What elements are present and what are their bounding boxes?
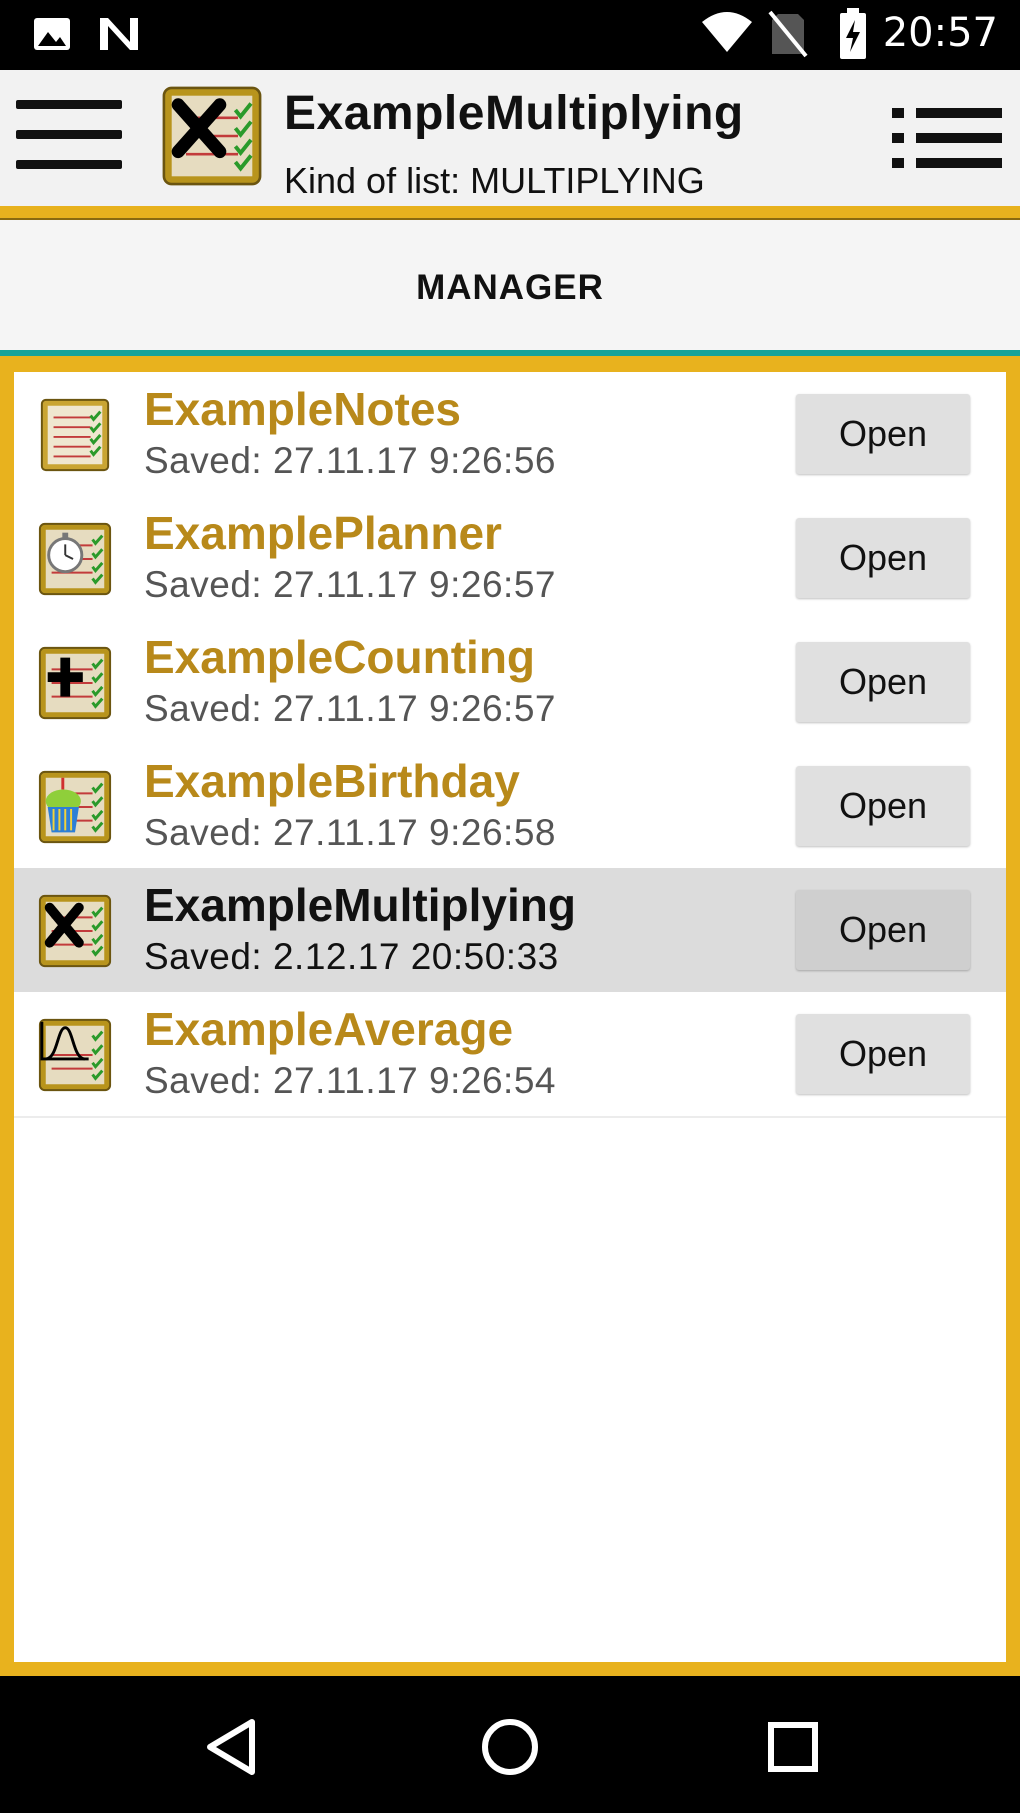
wifi-icon [702, 12, 752, 52]
open-button[interactable]: Open [796, 642, 970, 722]
open-button[interactable]: Open [796, 766, 970, 846]
system-navigation-bar [0, 1676, 1020, 1813]
open-button[interactable]: Open [796, 518, 970, 598]
no-sim-icon [768, 10, 808, 58]
list-item-saved: Saved: 2.12.17 20:50:33 [144, 936, 559, 977]
multiply-list-icon [162, 86, 262, 186]
list-item-name: ExampleBirthday [144, 755, 520, 807]
app-bar: ExampleMultiplying Kind of list: MULTIPL… [0, 70, 1020, 210]
navigation-drawer-button[interactable] [16, 100, 122, 172]
multiply-list-icon [38, 894, 112, 968]
bell-curve-list-icon [38, 1018, 112, 1092]
list-item-name: ExampleAverage [144, 1003, 514, 1055]
image-icon [34, 18, 70, 50]
hamburger-icon [16, 100, 122, 109]
status-time: 20:57 [882, 10, 998, 56]
list-item[interactable]: ExampleCounting Saved: 27.11.17 9:26:57 … [14, 620, 1006, 746]
list-item-saved: Saved: 27.11.17 9:26:57 [144, 564, 556, 605]
list-item[interactable]: ExampleBirthday Saved: 27.11.17 9:26:58 … [14, 744, 1006, 870]
hamburger-icon-line [16, 130, 122, 139]
app-bar-divider [0, 206, 1020, 220]
list-item[interactable]: ExampleNotes Saved: 27.11.17 9:26:56 Ope… [14, 372, 1006, 498]
content-area: ExampleNotes Saved: 27.11.17 9:26:56 Ope… [0, 356, 1020, 1676]
n-icon [100, 18, 138, 50]
open-button[interactable]: Open [796, 890, 970, 970]
list-menu-icon[interactable] [892, 106, 1002, 170]
open-button[interactable]: Open [796, 394, 970, 474]
notes-list-icon [40, 398, 110, 472]
list-title: ExampleMultiplying [284, 87, 744, 140]
cake-list-icon [38, 770, 112, 844]
back-icon[interactable] [198, 1712, 268, 1782]
recents-icon[interactable] [758, 1712, 828, 1782]
plus-list-icon [38, 646, 112, 720]
list-item-selected[interactable]: ExampleMultiplying Saved: 2.12.17 20:50:… [14, 868, 1006, 994]
list-item-saved: Saved: 27.11.17 9:26:58 [144, 812, 556, 853]
open-button[interactable]: Open [796, 1014, 970, 1094]
hamburger-icon-line [16, 160, 122, 169]
list-item-saved: Saved: 27.11.17 9:26:57 [144, 688, 556, 729]
list-item-saved: Saved: 27.11.17 9:26:56 [144, 440, 556, 481]
list-item-name: ExampleMultiplying [144, 879, 576, 931]
battery-charging-icon [840, 8, 866, 59]
tab-manager[interactable]: MANAGER [0, 220, 1020, 354]
list-kind: Kind of list: MULTIPLYING [284, 160, 705, 201]
list-panel: ExampleNotes Saved: 27.11.17 9:26:56 Ope… [14, 372, 1006, 1662]
status-bar: 20:57 [0, 0, 1020, 70]
list-item-name: ExampleNotes [144, 383, 462, 435]
list-item[interactable]: ExampleAverage Saved: 27.11.17 9:26:54 O… [14, 992, 1006, 1118]
stopwatch-list-icon [38, 522, 112, 596]
tab-label: MANAGER [416, 268, 604, 307]
home-icon[interactable] [475, 1712, 545, 1782]
list-item[interactable]: ExamplePlanner Saved: 27.11.17 9:26:57 O… [14, 496, 1006, 622]
list-item-saved: Saved: 27.11.17 9:26:54 [144, 1060, 556, 1101]
list-item-name: ExamplePlanner [144, 507, 502, 559]
list-item-name: ExampleCounting [144, 631, 536, 683]
